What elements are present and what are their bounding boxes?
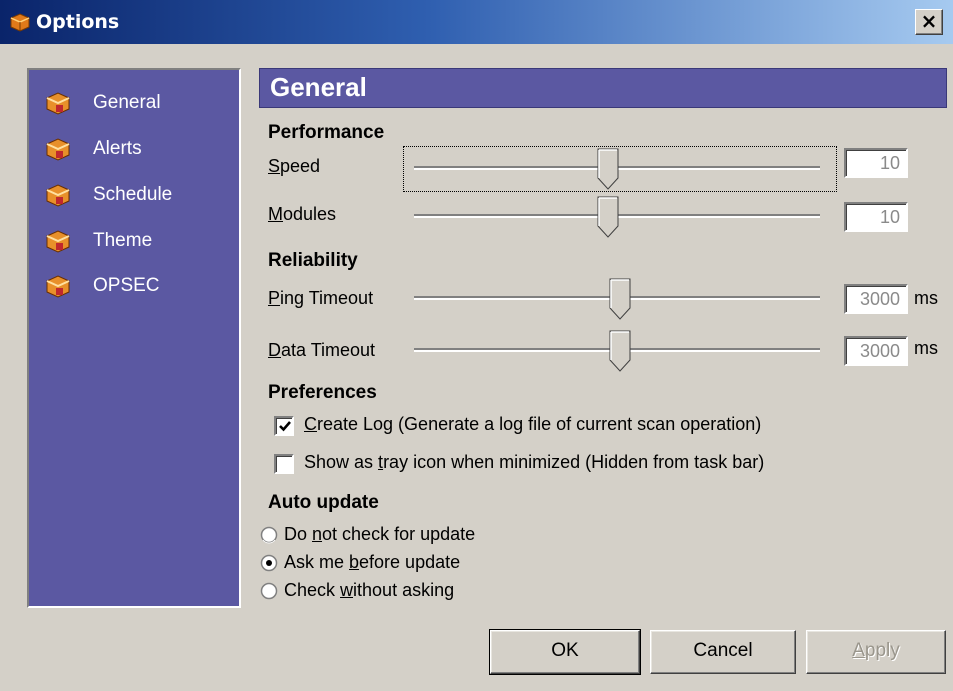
close-button[interactable]: × bbox=[915, 9, 943, 35]
ping-timeout-unit: ms bbox=[914, 288, 938, 308]
speed-label-accel: S bbox=[268, 156, 281, 176]
slider-thumb[interactable] bbox=[609, 330, 631, 372]
tray-icon-rest: ray icon when minimized (Hidden from tas… bbox=[383, 452, 765, 472]
apply-rest: pply bbox=[864, 640, 900, 661]
speed-slider[interactable] bbox=[414, 148, 820, 190]
nav-label: Schedule bbox=[93, 184, 173, 205]
radio-ask-before-rest: efore update bbox=[359, 552, 461, 572]
radio-no-check-rest: ot check for update bbox=[322, 524, 476, 544]
app-icon bbox=[10, 13, 30, 32]
radio-no-ask-accel: w bbox=[340, 580, 354, 600]
apply-button[interactable]: Apply bbox=[806, 630, 946, 674]
slider-thumb[interactable] bbox=[597, 196, 619, 238]
slider-thumb[interactable] bbox=[597, 148, 619, 190]
nav-label: OPSEC bbox=[93, 275, 160, 296]
radio-no-ask-rest: ithout asking bbox=[353, 580, 455, 600]
radio-no-ask-before: Check bbox=[284, 580, 341, 600]
radio-no-check-accel: n bbox=[312, 524, 323, 544]
create-log-rest: reate Log (Generate a log file of curren… bbox=[317, 414, 762, 434]
speed-label-rest: peed bbox=[280, 156, 321, 176]
performance-heading: Performance bbox=[268, 122, 385, 143]
auto-update-heading: Auto update bbox=[268, 492, 379, 513]
radio-no-ask-label[interactable]: Check without asking bbox=[284, 580, 454, 601]
package-icon bbox=[46, 275, 70, 298]
speed-value-field[interactable]: 10 bbox=[844, 148, 908, 178]
nav-item-theme[interactable]: Theme bbox=[43, 226, 233, 258]
window-title: Options bbox=[36, 11, 120, 33]
data-timeout-label-rest: ata Timeout bbox=[281, 340, 376, 360]
radio-no-check-label[interactable]: Do not check for update bbox=[284, 524, 475, 545]
category-list: General Alerts Schedule Theme OPSEC bbox=[27, 68, 241, 608]
nav-label: General bbox=[93, 92, 161, 113]
preferences-heading: Preferences bbox=[268, 382, 377, 403]
modules-label: Modules bbox=[268, 204, 336, 225]
radio-no-check-before: Do bbox=[284, 524, 313, 544]
radio-no-check[interactable] bbox=[260, 526, 278, 544]
reliability-heading: Reliability bbox=[268, 250, 358, 271]
tray-icon-label[interactable]: Show as tray icon when minimized (Hidden… bbox=[304, 452, 764, 473]
cancel-button[interactable]: Cancel bbox=[650, 630, 796, 674]
title-bar[interactable]: Options × bbox=[0, 0, 953, 44]
data-timeout-slider[interactable] bbox=[414, 330, 820, 372]
create-log-checkbox[interactable] bbox=[274, 416, 294, 436]
create-log-label[interactable]: Create Log (Generate a log file of curre… bbox=[304, 414, 761, 435]
modules-value-field[interactable]: 10 bbox=[844, 202, 908, 232]
apply-accel: A bbox=[852, 640, 865, 661]
data-timeout-label: Data Timeout bbox=[268, 340, 375, 361]
radio-ask-before-label[interactable]: Ask me before update bbox=[284, 552, 460, 573]
ok-button[interactable]: OK bbox=[489, 629, 641, 675]
radio-ask-before-before: Ask me bbox=[284, 552, 350, 572]
modules-slider[interactable] bbox=[414, 196, 820, 238]
ping-timeout-slider[interactable] bbox=[414, 278, 820, 320]
create-log-accel: C bbox=[304, 414, 317, 434]
data-timeout-value-field[interactable]: 3000 bbox=[844, 336, 908, 366]
data-timeout-label-accel: D bbox=[268, 340, 281, 360]
radio-ask-before[interactable] bbox=[260, 554, 278, 572]
ping-timeout-label: Ping Timeout bbox=[268, 288, 373, 309]
ping-timeout-label-rest: ing Timeout bbox=[280, 288, 374, 308]
settings-panel: General Performance Speed 10 Modules 10 … bbox=[256, 64, 953, 624]
slider-thumb[interactable] bbox=[609, 278, 631, 320]
package-icon bbox=[46, 138, 70, 161]
nav-label: Alerts bbox=[93, 138, 142, 159]
options-window: Options × General Alerts Schedule Theme … bbox=[0, 0, 953, 691]
page-title: General bbox=[259, 68, 947, 108]
nav-item-general[interactable]: General bbox=[43, 88, 233, 120]
page-title-text: General bbox=[270, 72, 367, 102]
tray-icon-checkbox[interactable] bbox=[274, 454, 294, 474]
radio-ask-before-accel: b bbox=[349, 552, 360, 572]
package-icon bbox=[46, 184, 70, 207]
tray-icon-before: Show as bbox=[304, 452, 379, 472]
data-timeout-unit: ms bbox=[914, 338, 938, 358]
ping-timeout-label-accel: P bbox=[268, 288, 281, 308]
nav-item-opsec[interactable]: OPSEC bbox=[43, 271, 233, 303]
nav-item-alerts[interactable]: Alerts bbox=[43, 134, 233, 166]
package-icon bbox=[46, 230, 70, 253]
checkmark-icon bbox=[279, 421, 291, 432]
speed-label: Speed bbox=[268, 156, 320, 177]
ping-timeout-value-field[interactable]: 3000 bbox=[844, 284, 908, 314]
modules-label-accel: M bbox=[268, 204, 283, 224]
radio-no-ask[interactable] bbox=[260, 582, 278, 600]
package-icon bbox=[46, 92, 70, 115]
modules-label-rest: odules bbox=[283, 204, 337, 224]
nav-item-schedule[interactable]: Schedule bbox=[43, 180, 233, 212]
nav-label: Theme bbox=[93, 230, 153, 251]
